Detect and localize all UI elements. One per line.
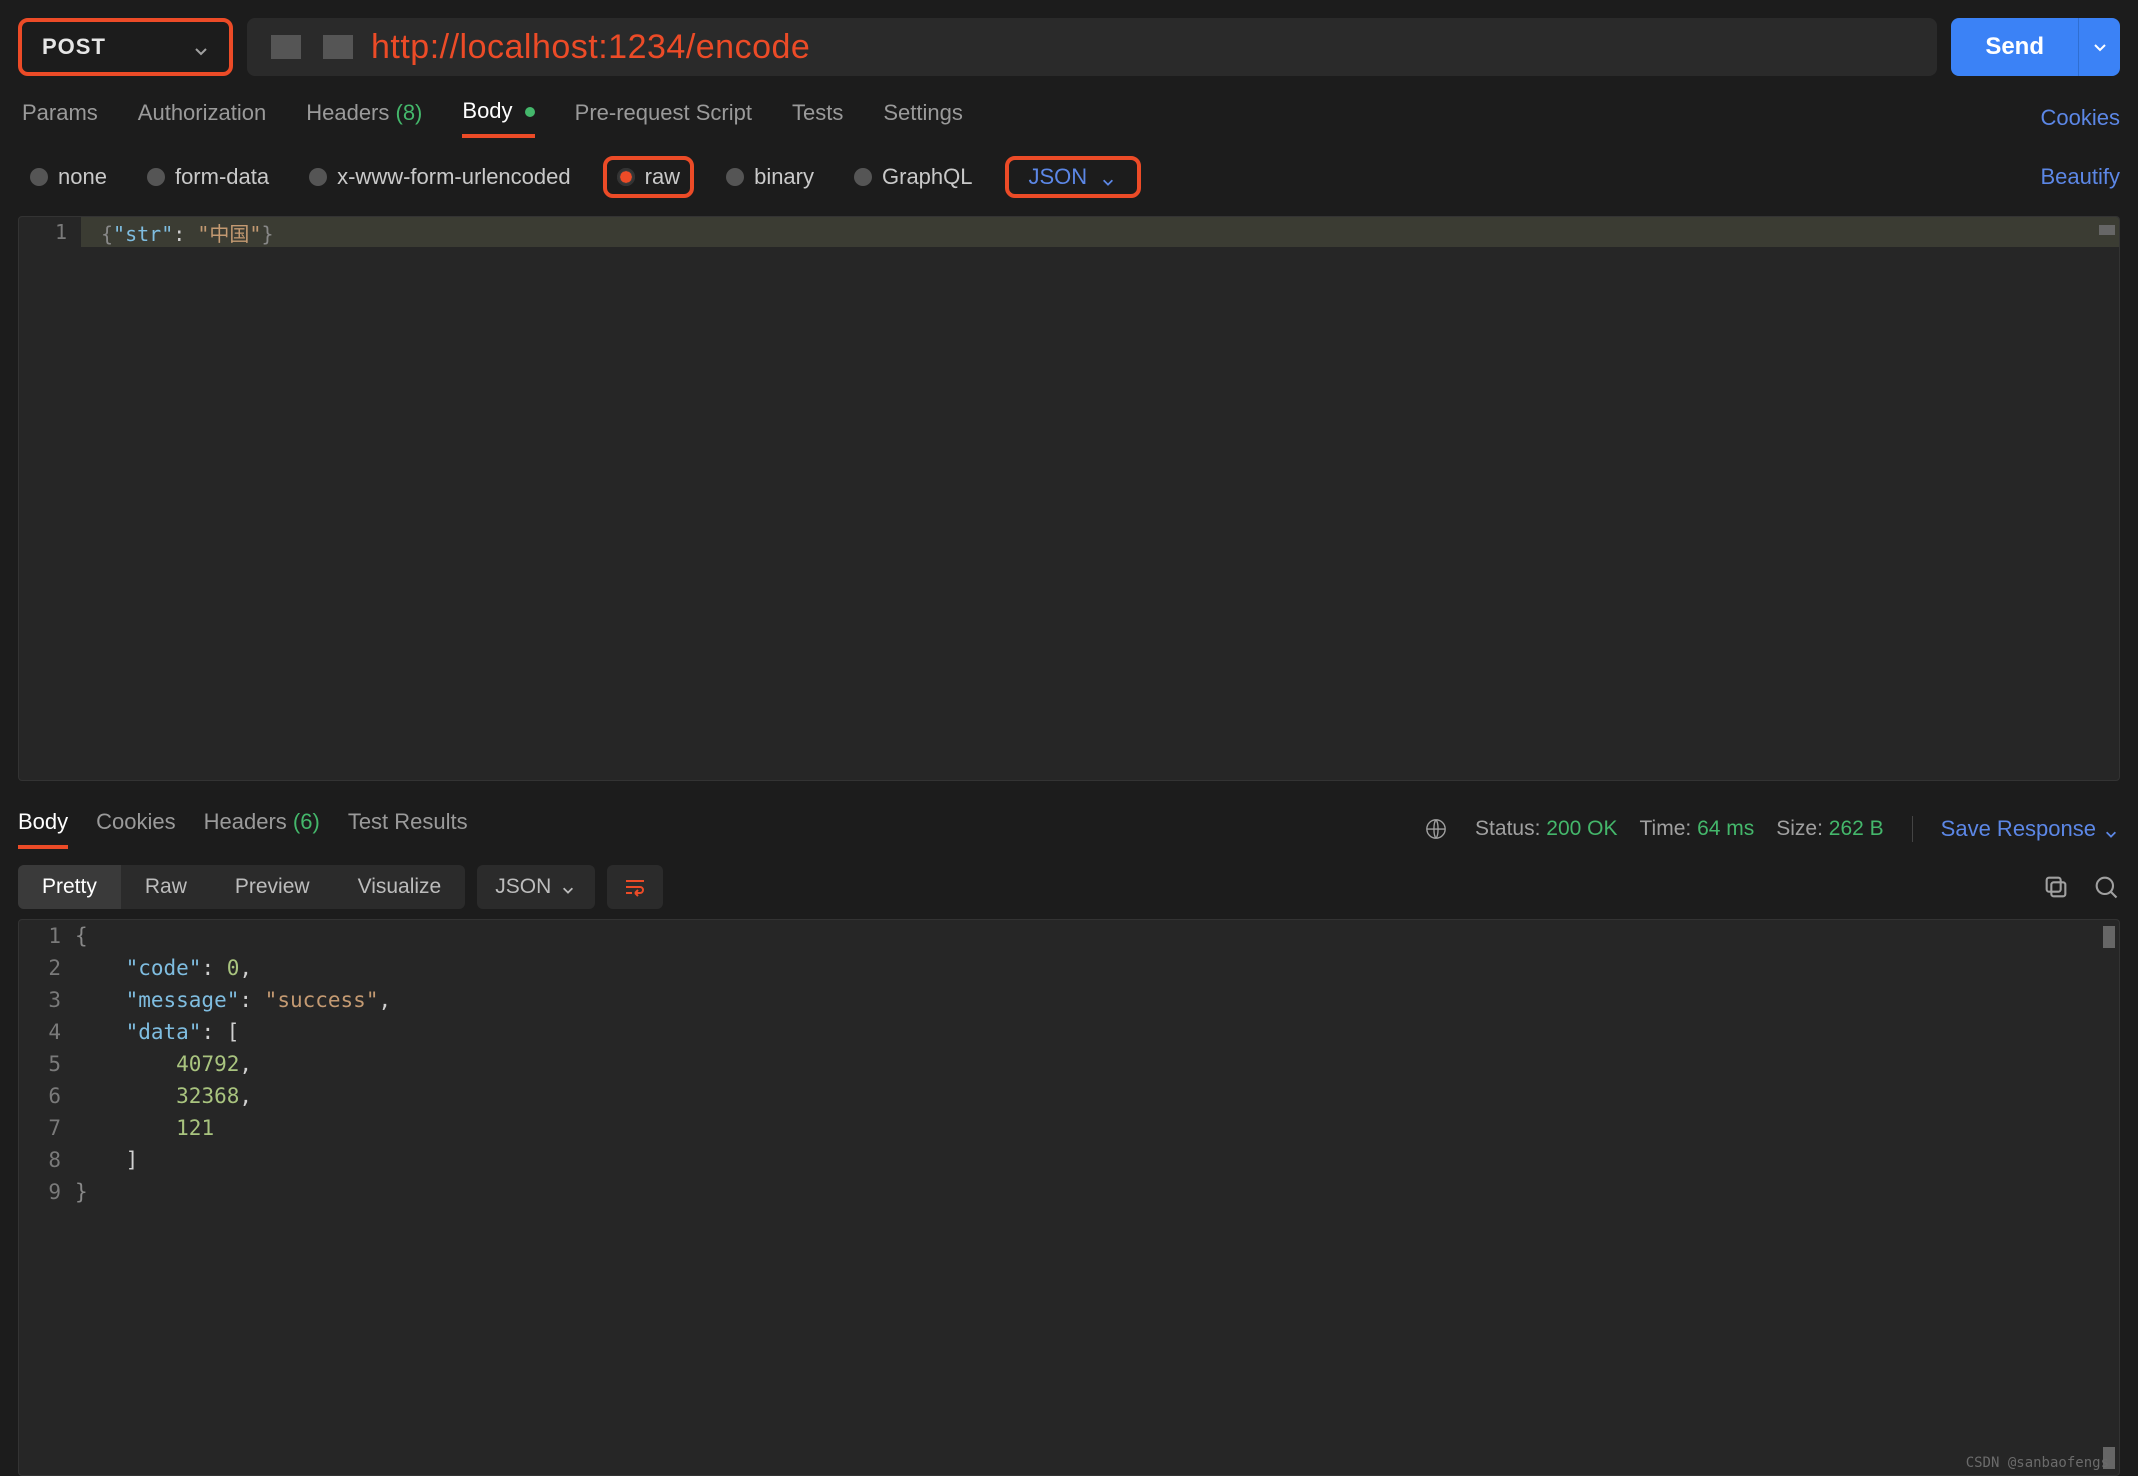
radio-binary[interactable]: binary xyxy=(718,160,822,194)
status-value: 200 OK xyxy=(1546,817,1617,840)
radio-icon xyxy=(617,168,635,186)
search-icon[interactable] xyxy=(2092,873,2120,901)
tab-body-label: Body xyxy=(462,98,512,123)
globe-icon[interactable] xyxy=(1425,818,1447,840)
tab-settings[interactable]: Settings xyxy=(883,100,963,136)
radio-urlencoded[interactable]: x-www-form-urlencoded xyxy=(301,160,579,194)
send-button[interactable]: Send xyxy=(1951,18,2078,76)
chevron-down-icon xyxy=(2092,39,2108,55)
tab-body[interactable]: Body xyxy=(462,98,534,138)
beautify-link[interactable]: Beautify xyxy=(2041,164,2121,190)
tab-tests[interactable]: Tests xyxy=(792,100,843,136)
response-format-value: JSON xyxy=(495,875,551,899)
radio-icon xyxy=(309,168,327,186)
radio-raw[interactable]: raw xyxy=(603,156,694,198)
tab-headers[interactable]: Headers (8) xyxy=(306,100,422,136)
response-headers-label: Headers xyxy=(204,809,287,834)
url-input[interactable]: http://localhost:1234/encode xyxy=(247,18,1937,76)
headers-count: (8) xyxy=(396,100,423,125)
view-visualize[interactable]: Visualize xyxy=(334,865,466,909)
view-pretty[interactable]: Pretty xyxy=(18,865,121,909)
radio-form-data[interactable]: form-data xyxy=(139,160,277,194)
request-body-editor[interactable]: 1 {"str": "中国"} xyxy=(18,216,2120,781)
radio-raw-label: raw xyxy=(645,164,680,190)
url-prefix-redacted xyxy=(271,35,353,59)
size-value: 262 B xyxy=(1829,817,1884,840)
radio-icon xyxy=(854,168,872,186)
radio-icon xyxy=(726,168,744,186)
tab-headers-label: Headers xyxy=(306,100,389,125)
send-dropdown-button[interactable] xyxy=(2078,18,2120,76)
tab-params[interactable]: Params xyxy=(22,100,98,136)
code-line: {"str": "中国"} xyxy=(81,218,274,247)
wrap-lines-button[interactable] xyxy=(607,865,663,909)
save-response-button[interactable]: Save Response xyxy=(1941,816,2120,842)
http-method-value: POST xyxy=(42,34,106,60)
time-value: 64 ms xyxy=(1697,817,1754,840)
radio-icon xyxy=(30,168,48,186)
response-body-editor[interactable]: 1{ 2 "code": 0, 3 "message": "success", … xyxy=(18,919,2120,1476)
content-type-value: JSON xyxy=(1029,164,1088,190)
radio-binary-label: binary xyxy=(754,164,814,190)
divider xyxy=(1912,816,1913,842)
response-tab-body[interactable]: Body xyxy=(18,809,68,849)
response-tab-test-results[interactable]: Test Results xyxy=(348,809,468,849)
response-format-select[interactable]: JSON xyxy=(477,865,595,909)
radio-graphql[interactable]: GraphQL xyxy=(846,160,981,194)
chevron-down-icon xyxy=(193,39,209,55)
radio-urlencoded-label: x-www-form-urlencoded xyxy=(337,164,571,190)
cookies-link[interactable]: Cookies xyxy=(2041,105,2120,131)
view-raw[interactable]: Raw xyxy=(121,865,211,909)
radio-graphql-label: GraphQL xyxy=(882,164,973,190)
watermark: CSDN @sanbaofengs xyxy=(1966,1455,2109,1471)
view-mode-segment: Pretty Raw Preview Visualize xyxy=(18,865,465,909)
dot-icon xyxy=(525,107,535,117)
response-tab-cookies[interactable]: Cookies xyxy=(96,809,175,849)
tab-prerequest[interactable]: Pre-request Script xyxy=(575,100,752,136)
minimap-scroll[interactable] xyxy=(2099,225,2115,235)
radio-form-data-label: form-data xyxy=(175,164,269,190)
url-text: http://localhost:1234/encode xyxy=(371,28,810,67)
scrollbar-thumb[interactable] xyxy=(2103,926,2115,948)
tab-authorization[interactable]: Authorization xyxy=(138,100,266,136)
chevron-down-icon xyxy=(1101,169,1117,185)
content-type-select[interactable]: JSON xyxy=(1005,156,1142,198)
http-method-select[interactable]: POST xyxy=(18,18,233,76)
response-meta: Status: 200 OK Time: 64 ms Size: 262 B xyxy=(1475,817,1884,841)
response-tab-headers[interactable]: Headers (6) xyxy=(204,809,320,849)
copy-icon[interactable] xyxy=(2042,873,2070,901)
radio-none-label: none xyxy=(58,164,107,190)
view-preview[interactable]: Preview xyxy=(211,865,334,909)
response-headers-count: (6) xyxy=(293,809,320,834)
chevron-down-icon xyxy=(2104,821,2120,837)
radio-none[interactable]: none xyxy=(22,160,115,194)
line-number: 1 xyxy=(19,217,81,247)
chevron-down-icon xyxy=(561,879,577,895)
radio-icon xyxy=(147,168,165,186)
